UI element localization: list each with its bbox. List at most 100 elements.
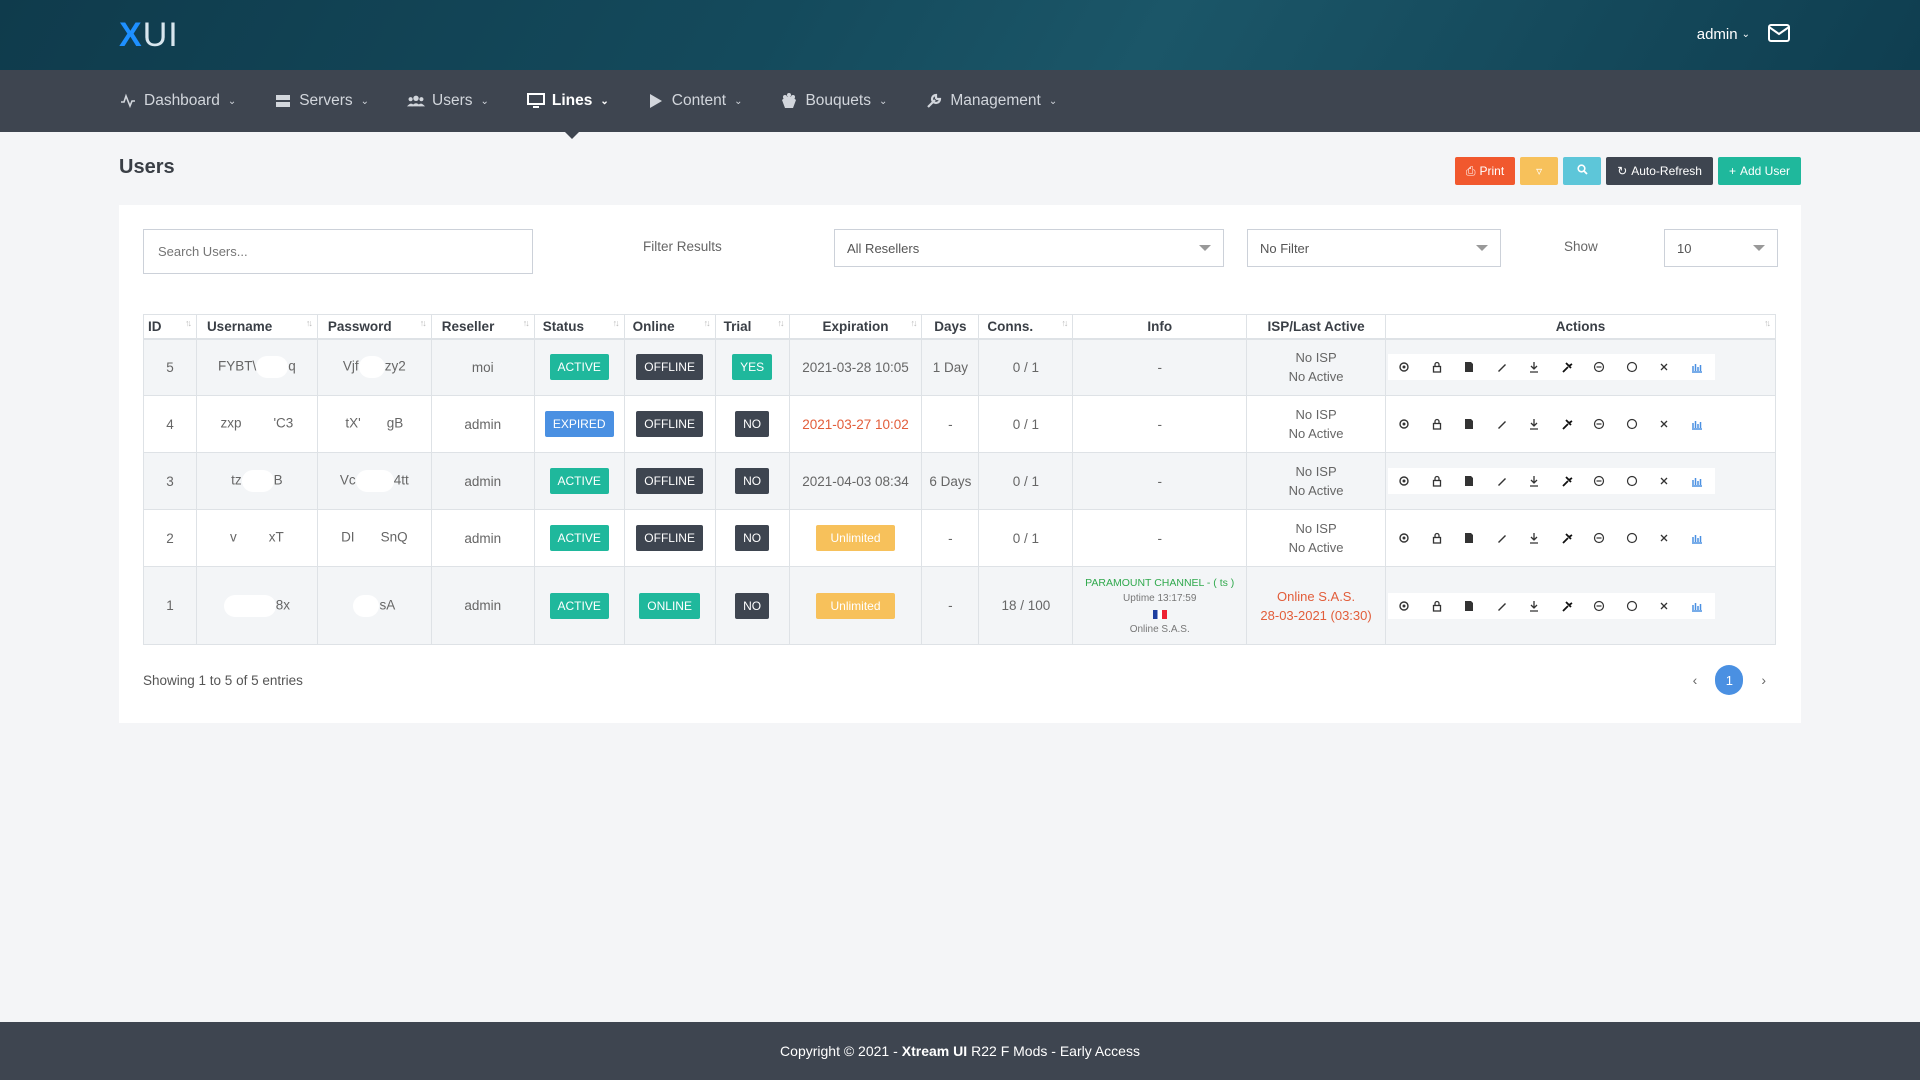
cell-password: Vc 4tt bbox=[316, 452, 432, 510]
table-row: 1 8x sA admin ACTIVE ONLINE NO Unlimited… bbox=[143, 566, 1776, 645]
hammer-action-button[interactable] bbox=[1551, 532, 1584, 544]
nav-lines[interactable]: Lines ⌄ bbox=[526, 70, 609, 139]
file-action-button[interactable] bbox=[1453, 475, 1486, 487]
chart-action-button[interactable] bbox=[1681, 532, 1714, 544]
admin-menu[interactable]: admin ⌄ bbox=[1697, 26, 1750, 43]
trial-badge: NO bbox=[735, 592, 770, 619]
filter-results-label: Filter Results bbox=[643, 239, 722, 254]
eye-action-button[interactable] bbox=[1388, 600, 1421, 612]
col-reseller[interactable]: Reseller ↑↓ bbox=[430, 314, 535, 340]
minus-circle-action-button[interactable] bbox=[1583, 475, 1616, 487]
cell-info: - bbox=[1072, 509, 1248, 567]
eye-action-button[interactable] bbox=[1388, 532, 1421, 544]
close-action-button[interactable] bbox=[1648, 361, 1681, 373]
search-button[interactable] bbox=[1563, 157, 1602, 185]
circle-action-button[interactable] bbox=[1616, 361, 1649, 373]
chart-action-button[interactable] bbox=[1681, 418, 1714, 430]
print-button[interactable]: ⎙ Print bbox=[1454, 157, 1516, 185]
chart-action-button[interactable] bbox=[1681, 475, 1714, 487]
cell-expiration: 2021-04-03 08:34 bbox=[788, 452, 923, 510]
download-action-button[interactable] bbox=[1518, 532, 1551, 544]
circle-action-button[interactable] bbox=[1616, 475, 1649, 487]
chart-action-button[interactable] bbox=[1681, 600, 1714, 612]
download-action-button[interactable] bbox=[1518, 600, 1551, 612]
download-action-button[interactable] bbox=[1518, 418, 1551, 430]
lock-action-button[interactable] bbox=[1421, 475, 1454, 487]
nav-servers[interactable]: Servers ⌄ bbox=[274, 70, 369, 132]
close-action-button[interactable] bbox=[1648, 418, 1681, 430]
eye-action-button[interactable] bbox=[1388, 418, 1421, 430]
col-expiration[interactable]: Expiration ↑↓ bbox=[788, 314, 923, 340]
nav-users[interactable]: Users ⌄ bbox=[407, 70, 489, 132]
hammer-action-button[interactable] bbox=[1551, 418, 1584, 430]
prev-page-button[interactable]: ‹ bbox=[1693, 672, 1698, 688]
circle-action-button[interactable] bbox=[1616, 532, 1649, 544]
file-action-button[interactable] bbox=[1453, 532, 1486, 544]
isp-name: No ISP bbox=[1295, 521, 1337, 536]
auto-refresh-button[interactable]: ↻ Auto-Refresh bbox=[1606, 157, 1713, 185]
hammer-action-button[interactable] bbox=[1551, 475, 1584, 487]
col-online[interactable]: Online ↑↓ bbox=[623, 314, 716, 340]
chart-action-button[interactable] bbox=[1681, 361, 1714, 373]
chart-icon bbox=[1691, 602, 1702, 612]
hammer-action-button[interactable] bbox=[1551, 600, 1584, 612]
add-user-button[interactable]: + Add User bbox=[1717, 157, 1801, 185]
close-action-button[interactable] bbox=[1648, 532, 1681, 544]
lock-action-button[interactable] bbox=[1421, 532, 1454, 544]
download-action-button[interactable] bbox=[1518, 475, 1551, 487]
col-username[interactable]: Username ↑↓ bbox=[195, 314, 318, 340]
lock-action-button[interactable] bbox=[1421, 600, 1454, 612]
lock-action-button[interactable] bbox=[1421, 361, 1454, 373]
eye-action-button[interactable] bbox=[1388, 475, 1421, 487]
col-id[interactable]: ID ↑↓ bbox=[143, 314, 197, 340]
resellers-select[interactable]: All Resellers bbox=[834, 229, 1224, 267]
nav-bouquets[interactable]: Bouquets ⌄ bbox=[780, 70, 887, 132]
col-password[interactable]: Password ↑↓ bbox=[316, 314, 432, 340]
cell-id: 4 bbox=[143, 395, 197, 453]
edit-action-button[interactable] bbox=[1486, 475, 1519, 487]
close-action-button[interactable] bbox=[1648, 600, 1681, 612]
col-conns[interactable]: Conns. ↑↓ bbox=[978, 314, 1074, 340]
lock-action-button[interactable] bbox=[1421, 418, 1454, 430]
app-logo[interactable]: XUI bbox=[119, 16, 179, 55]
nav-dashboard[interactable]: Dashboard ⌄ bbox=[119, 70, 236, 132]
edit-action-button[interactable] bbox=[1486, 532, 1519, 544]
file-action-button[interactable] bbox=[1453, 418, 1486, 430]
col-trial[interactable]: Trial ↑↓ bbox=[714, 314, 790, 340]
page-1-button[interactable]: 1 bbox=[1715, 665, 1744, 695]
file-action-button[interactable] bbox=[1453, 600, 1486, 612]
close-action-button[interactable] bbox=[1648, 475, 1681, 487]
minus-circle-action-button[interactable] bbox=[1583, 600, 1616, 612]
chart-icon bbox=[1691, 364, 1702, 373]
row-actions bbox=[1388, 354, 1715, 381]
nav-management[interactable]: Management ⌄ bbox=[925, 70, 1057, 132]
cell-days: 6 Days bbox=[921, 452, 980, 510]
next-page-button[interactable]: › bbox=[1761, 672, 1766, 688]
cell-id: 2 bbox=[143, 509, 197, 567]
file-action-button[interactable] bbox=[1453, 361, 1486, 373]
col-days[interactable]: Days bbox=[921, 314, 980, 340]
status-filter-select[interactable]: No Filter bbox=[1247, 229, 1501, 267]
hammer-action-button[interactable] bbox=[1551, 361, 1584, 373]
edit-action-button[interactable] bbox=[1486, 418, 1519, 430]
minus-circle-action-button[interactable] bbox=[1583, 532, 1616, 544]
mail-icon[interactable] bbox=[1768, 24, 1790, 42]
chevron-down-icon: ⌄ bbox=[1048, 95, 1058, 107]
clear-filter-button[interactable]: ▿ bbox=[1520, 157, 1559, 185]
file-icon bbox=[1465, 600, 1474, 611]
minus-circle-action-button[interactable] bbox=[1583, 418, 1616, 430]
nav-content[interactable]: Content ⌄ bbox=[647, 70, 742, 132]
search-input[interactable] bbox=[143, 229, 533, 274]
edit-action-button[interactable] bbox=[1486, 361, 1519, 373]
edit-action-button[interactable] bbox=[1486, 600, 1519, 612]
show-entries-select[interactable]: 10 bbox=[1664, 229, 1778, 267]
redaction-mask bbox=[360, 413, 387, 435]
bouquet-icon bbox=[780, 92, 798, 110]
eye-action-button[interactable] bbox=[1388, 361, 1421, 373]
cell-trial: YES bbox=[714, 338, 790, 396]
circle-action-button[interactable] bbox=[1616, 600, 1649, 612]
col-status[interactable]: Status ↑↓ bbox=[533, 314, 625, 340]
minus-circle-action-button[interactable] bbox=[1583, 361, 1616, 373]
circle-action-button[interactable] bbox=[1616, 418, 1649, 430]
download-action-button[interactable] bbox=[1518, 361, 1551, 373]
